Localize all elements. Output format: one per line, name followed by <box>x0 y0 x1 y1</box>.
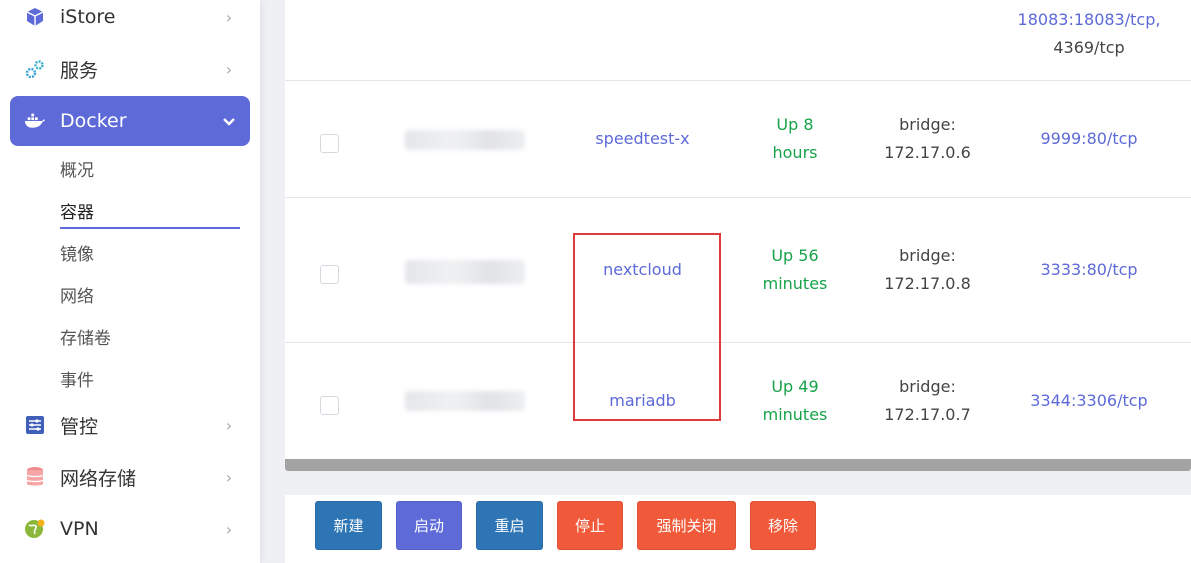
status-line: hours <box>772 143 818 162</box>
network-line: bridge: <box>899 246 956 265</box>
sliders-icon <box>24 414 46 436</box>
chevron-right-icon: › <box>225 7 233 27</box>
ports-cell[interactable]: 18083:18083/tcp, <box>1015 6 1163 34</box>
docker-sub-containers[interactable]: 容器 <box>60 198 94 223</box>
sidebar-item-label: 管控 <box>60 415 99 438</box>
docker-sub-images[interactable]: 镜像 <box>60 240 94 265</box>
action-bar: 新建 启动 重启 停止 强制关闭 移除 <box>285 495 1191 563</box>
table-row: 18083:18083/tcp, 4369/tcp <box>285 0 1191 81</box>
ports-cell[interactable]: 9999:80/tcp <box>1015 125 1163 153</box>
sidebar-item-network-storage[interactable]: 网络存储 › <box>10 452 250 502</box>
chevron-right-icon: › <box>225 467 233 487</box>
row-checkbox[interactable] <box>320 134 339 153</box>
remove-button[interactable]: 移除 <box>750 501 816 550</box>
force-close-button[interactable]: 强制关闭 <box>637 501 736 550</box>
gears-icon <box>24 58 46 80</box>
docker-sub-overview[interactable]: 概况 <box>60 156 94 181</box>
new-button[interactable]: 新建 <box>315 501 382 550</box>
ports-cell[interactable]: 3344:3306/tcp <box>1015 387 1163 415</box>
redacted-id <box>405 260 525 284</box>
sidebar-item-istore[interactable]: iStore › <box>10 0 250 42</box>
container-name-link[interactable]: speedtest-x <box>575 125 710 153</box>
sidebar-item-label: 服务 <box>60 59 99 82</box>
docker-whale-icon <box>24 110 46 132</box>
status-line: Up 49 <box>771 377 819 396</box>
table-row: speedtest-x Up 8 hours bridge: 172.17.0.… <box>285 81 1191 198</box>
restart-button[interactable]: 重启 <box>476 501 543 550</box>
chevron-right-icon: › <box>225 59 233 79</box>
sidebar-item-control[interactable]: 管控 › <box>10 400 250 450</box>
sidebar-item-label: Docker <box>60 110 127 132</box>
container-table: 18083:18083/tcp, 4369/tcp speedtest-x Up… <box>285 0 1191 470</box>
stop-button[interactable]: 停止 <box>557 501 623 550</box>
network-line: 172.17.0.6 <box>884 143 971 162</box>
database-icon <box>24 466 46 488</box>
horizontal-scrollbar[interactable] <box>285 459 1191 471</box>
highlight-box <box>573 233 721 421</box>
redacted-id <box>405 130 525 150</box>
status-line: Up 56 <box>771 246 819 265</box>
network-line: 172.17.0.8 <box>884 274 971 293</box>
network-line: bridge: <box>899 377 956 396</box>
table-row: nextcloud Up 56 minutes bridge: 172.17.0… <box>285 198 1191 343</box>
redacted-id <box>405 391 525 411</box>
cube-icon <box>24 6 46 28</box>
sidebar-item-vpn[interactable]: VPN › <box>10 504 250 554</box>
ports-cell[interactable]: 3333:80/tcp <box>1015 256 1163 284</box>
chevron-right-icon: › <box>225 415 233 435</box>
docker-sub-networks[interactable]: 网络 <box>60 282 94 307</box>
ports-cell: 4369/tcp <box>1053 38 1125 57</box>
docker-sub-events[interactable]: 事件 <box>60 366 94 391</box>
status-line: minutes <box>762 405 828 424</box>
sidebar-item-services[interactable]: 服务 › <box>10 44 250 94</box>
sidebar: iStore › 服务 › Docker 概况 容器 镜像 网络 存储卷 事件 … <box>0 0 260 563</box>
chevron-right-icon: › <box>225 519 233 539</box>
row-checkbox[interactable] <box>320 396 339 415</box>
chevron-down-icon <box>222 112 236 131</box>
row-checkbox[interactable] <box>320 265 339 284</box>
network-line: 172.17.0.7 <box>884 405 971 424</box>
docker-sub-volumes[interactable]: 存储卷 <box>60 324 111 349</box>
sidebar-item-label: 网络存储 <box>60 467 137 490</box>
sidebar-item-label: iStore <box>60 6 116 28</box>
sidebar-item-docker[interactable]: Docker <box>10 96 250 146</box>
start-button[interactable]: 启动 <box>396 501 462 550</box>
network-line: bridge: <box>899 115 956 134</box>
status-line: minutes <box>762 274 828 293</box>
status-line: Up 8 <box>776 115 814 134</box>
active-underline <box>60 227 240 229</box>
table-row: mariadb Up 49 minutes bridge: 172.17.0.7… <box>285 343 1191 459</box>
globe-icon <box>24 518 46 540</box>
sidebar-item-label: VPN <box>60 518 99 540</box>
